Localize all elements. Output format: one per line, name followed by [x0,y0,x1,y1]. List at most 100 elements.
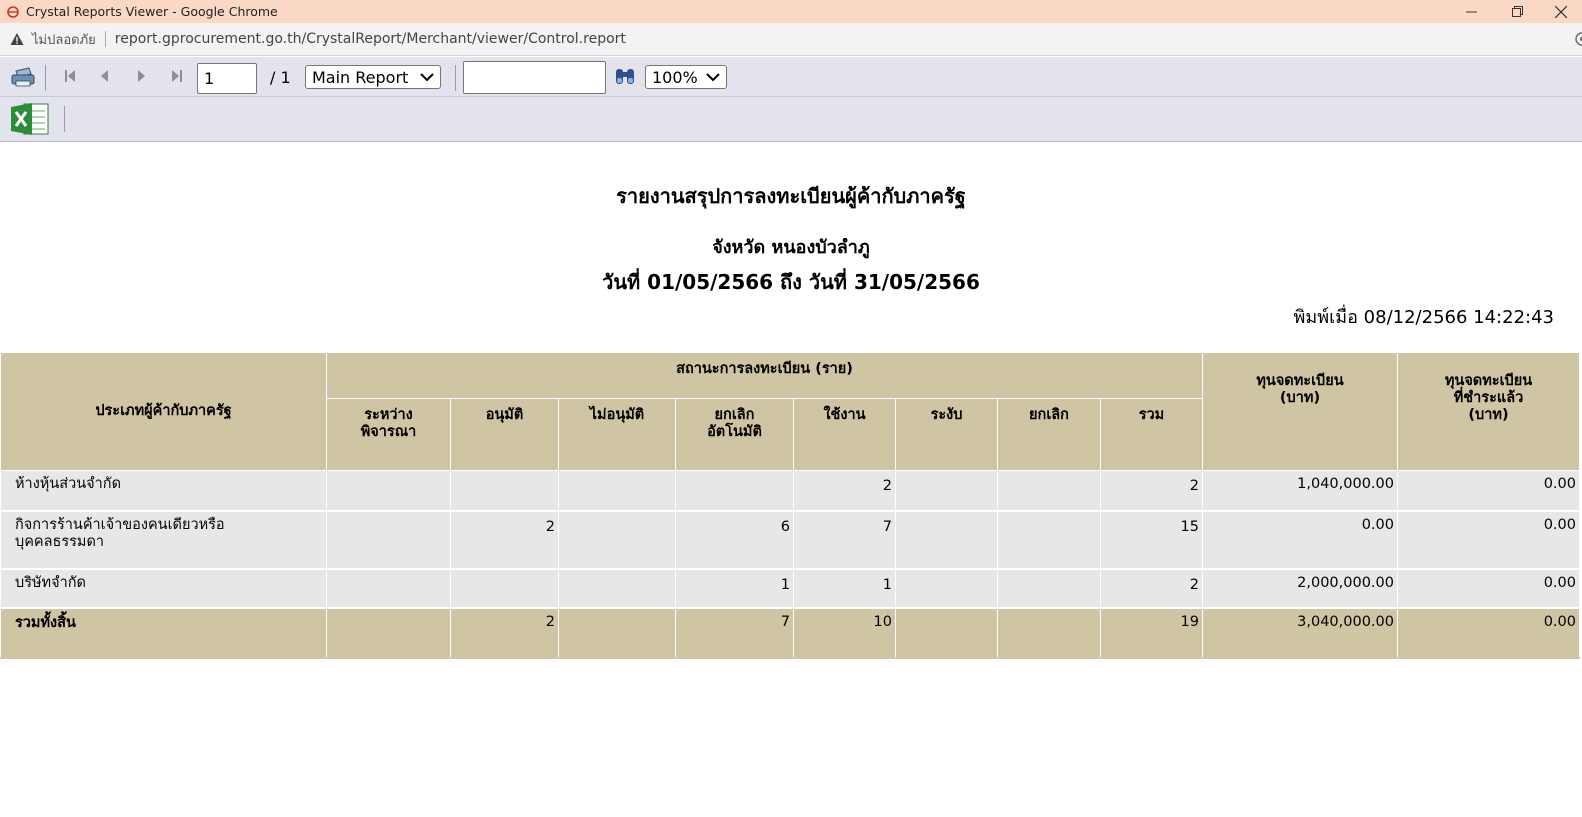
cell-active: 1 [793,568,896,609]
report-select-value: Main Report [312,67,409,87]
table-row: กิจการร้านค้าเจ้าของคนเดียวหรือ บุคคลธรร… [0,510,1580,570]
extension-icon[interactable] [1570,31,1582,47]
total-capital: 3,040,000.00 [1202,607,1398,659]
header-capital-line: (บาท) [1279,390,1321,406]
url-text[interactable]: report.gprocurement.go.th/CrystalReport/… [115,31,626,47]
page-count: / 1 [270,68,291,87]
cell-suspended [895,510,998,570]
cell-suspended [895,470,998,512]
page-number-input[interactable] [197,63,257,94]
cell-suspended [895,568,998,609]
toolbar-separator [455,65,456,91]
row-label-line: กิจการร้านค้าเจ้าของคนเดียวหรือ [15,516,225,533]
cell-total: 2 [1100,568,1203,609]
minimize-icon [1465,11,1477,13]
first-page-icon[interactable] [64,69,76,83]
next-page-icon[interactable] [137,69,147,83]
address-bar[interactable]: ไม่ปลอดภัย report.gprocurement.go.th/Cry… [0,23,1582,56]
table-row: ห้างหุ้นส่วนจำกัด 2 2 1,040,000.00 0.00 [0,470,1580,512]
cell-pending [326,568,451,609]
search-input[interactable] [463,61,606,94]
totals-label: รวมทั้งสิ้น [0,607,327,659]
cell-cancel-auto: 1 [675,568,794,609]
total-cancelled [997,607,1101,659]
header-pending-line: พิจารณา [360,424,417,440]
cell-pending [326,470,451,512]
export-toolbar [0,97,1582,142]
registration-summary-table: ประเภทผู้ค้ากับภาครัฐ สถานะการลงทะเบียน … [0,352,1580,659]
cell-approved [450,470,559,512]
cell-not-approved [558,470,676,512]
header-pending: ระหว่าง พิจารณา [326,398,451,471]
cell-paid-capital: 0.00 [1397,510,1580,570]
header-capital-line: ทุนจดทะเบียน [1256,373,1344,389]
cell-pending [326,510,451,570]
row-label-line: บุคคลธรรมดา [15,533,105,550]
cell-total: 15 [1100,510,1203,570]
cell-total: 2 [1100,470,1203,512]
cell-not-approved [558,510,676,570]
cell-paid-capital: 0.00 [1397,470,1580,512]
total-cancel-auto: 7 [675,607,794,659]
header-cancel-auto-line: ยกเลิก [714,407,755,423]
header-suspended: ระงับ [895,398,998,471]
report-title: รายงานสรุปการลงทะเบียนผู้ค้ากับภาครัฐ [616,184,966,208]
not-secure-label[interactable]: ไม่ปลอดภัย [32,29,96,50]
total-approved: 2 [450,607,559,659]
header-not-approved: ไม่อนุมัติ [558,398,676,471]
zoom-select-value: 100% [652,67,698,87]
cell-approved [450,568,559,609]
minimize-button[interactable] [1448,0,1494,23]
header-status-group: สถานะการลงทะเบียน (ราย) [326,352,1203,399]
total-pending [326,607,451,659]
header-cancel-auto: ยกเลิก อัตโนมัติ [675,398,794,471]
print-icon[interactable] [10,66,36,88]
header-paid-capital-line: (บาท) [1468,407,1509,423]
window-title: Crystal Reports Viewer - Google Chrome [26,4,278,19]
report-province: จังหวัด หนองบัวลำภู [712,237,870,258]
cell-capital: 1,040,000.00 [1202,470,1398,512]
total-paid-capital: 0.00 [1397,607,1580,659]
header-capital: ทุนจดทะเบียน (บาท) [1202,352,1398,471]
total-not-approved [558,607,676,659]
last-page-icon[interactable] [171,69,183,83]
chevron-down-icon [706,73,720,82]
excel-export-icon[interactable] [10,101,50,137]
row-label: กิจการร้านค้าเจ้าของคนเดียวหรือ บุคคลธรร… [0,510,327,570]
restore-button[interactable] [1494,0,1540,23]
cell-cancelled [997,568,1101,609]
header-pending-line: ระหว่าง [364,407,413,423]
printed-timestamp: พิมพ์เมื่อ 08/12/2566 14:22:43 [1293,307,1554,328]
header-active: ใช้งาน [793,398,896,471]
warning-icon [10,33,24,45]
previous-page-icon[interactable] [99,69,109,83]
toolbar-separator [64,106,65,132]
cell-active: 2 [793,470,896,512]
cell-cancelled [997,510,1101,570]
header-paid-capital-line: ทุนจดทะเบียน [1444,373,1533,389]
cell-cancel-auto [675,470,794,512]
total-suspended [895,607,998,659]
cell-approved: 2 [450,510,559,570]
crystal-reports-icon [7,5,19,18]
address-separator [104,31,106,47]
totals-row: รวมทั้งสิ้น 2 7 10 19 3,040,000.00 0.00 [0,607,1580,659]
window-titlebar: Crystal Reports Viewer - Google Chrome [0,0,1582,23]
table-row: บริษัทจำกัด 1 1 2 2,000,000.00 0.00 [0,568,1580,609]
total-active: 10 [793,607,896,659]
cell-paid-capital: 0.00 [1397,568,1580,609]
close-icon [1555,5,1567,18]
cell-capital: 0.00 [1202,510,1398,570]
restore-icon [1511,6,1523,17]
zoom-select[interactable]: 100% [645,65,727,89]
toolbar-separator [45,65,46,91]
row-label: บริษัทจำกัด [0,568,327,609]
header-type: ประเภทผู้ค้ากับภาครัฐ [0,352,327,471]
chevron-down-icon [420,73,434,82]
close-button[interactable] [1540,0,1582,23]
report-select[interactable]: Main Report [305,65,441,89]
cell-cancel-auto: 6 [675,510,794,570]
binoculars-search-icon[interactable] [614,66,636,86]
header-total: รวม [1100,398,1203,471]
header-paid-capital: ทุนจดทะเบียน ที่ชำระแล้ว (บาท) [1397,352,1580,471]
